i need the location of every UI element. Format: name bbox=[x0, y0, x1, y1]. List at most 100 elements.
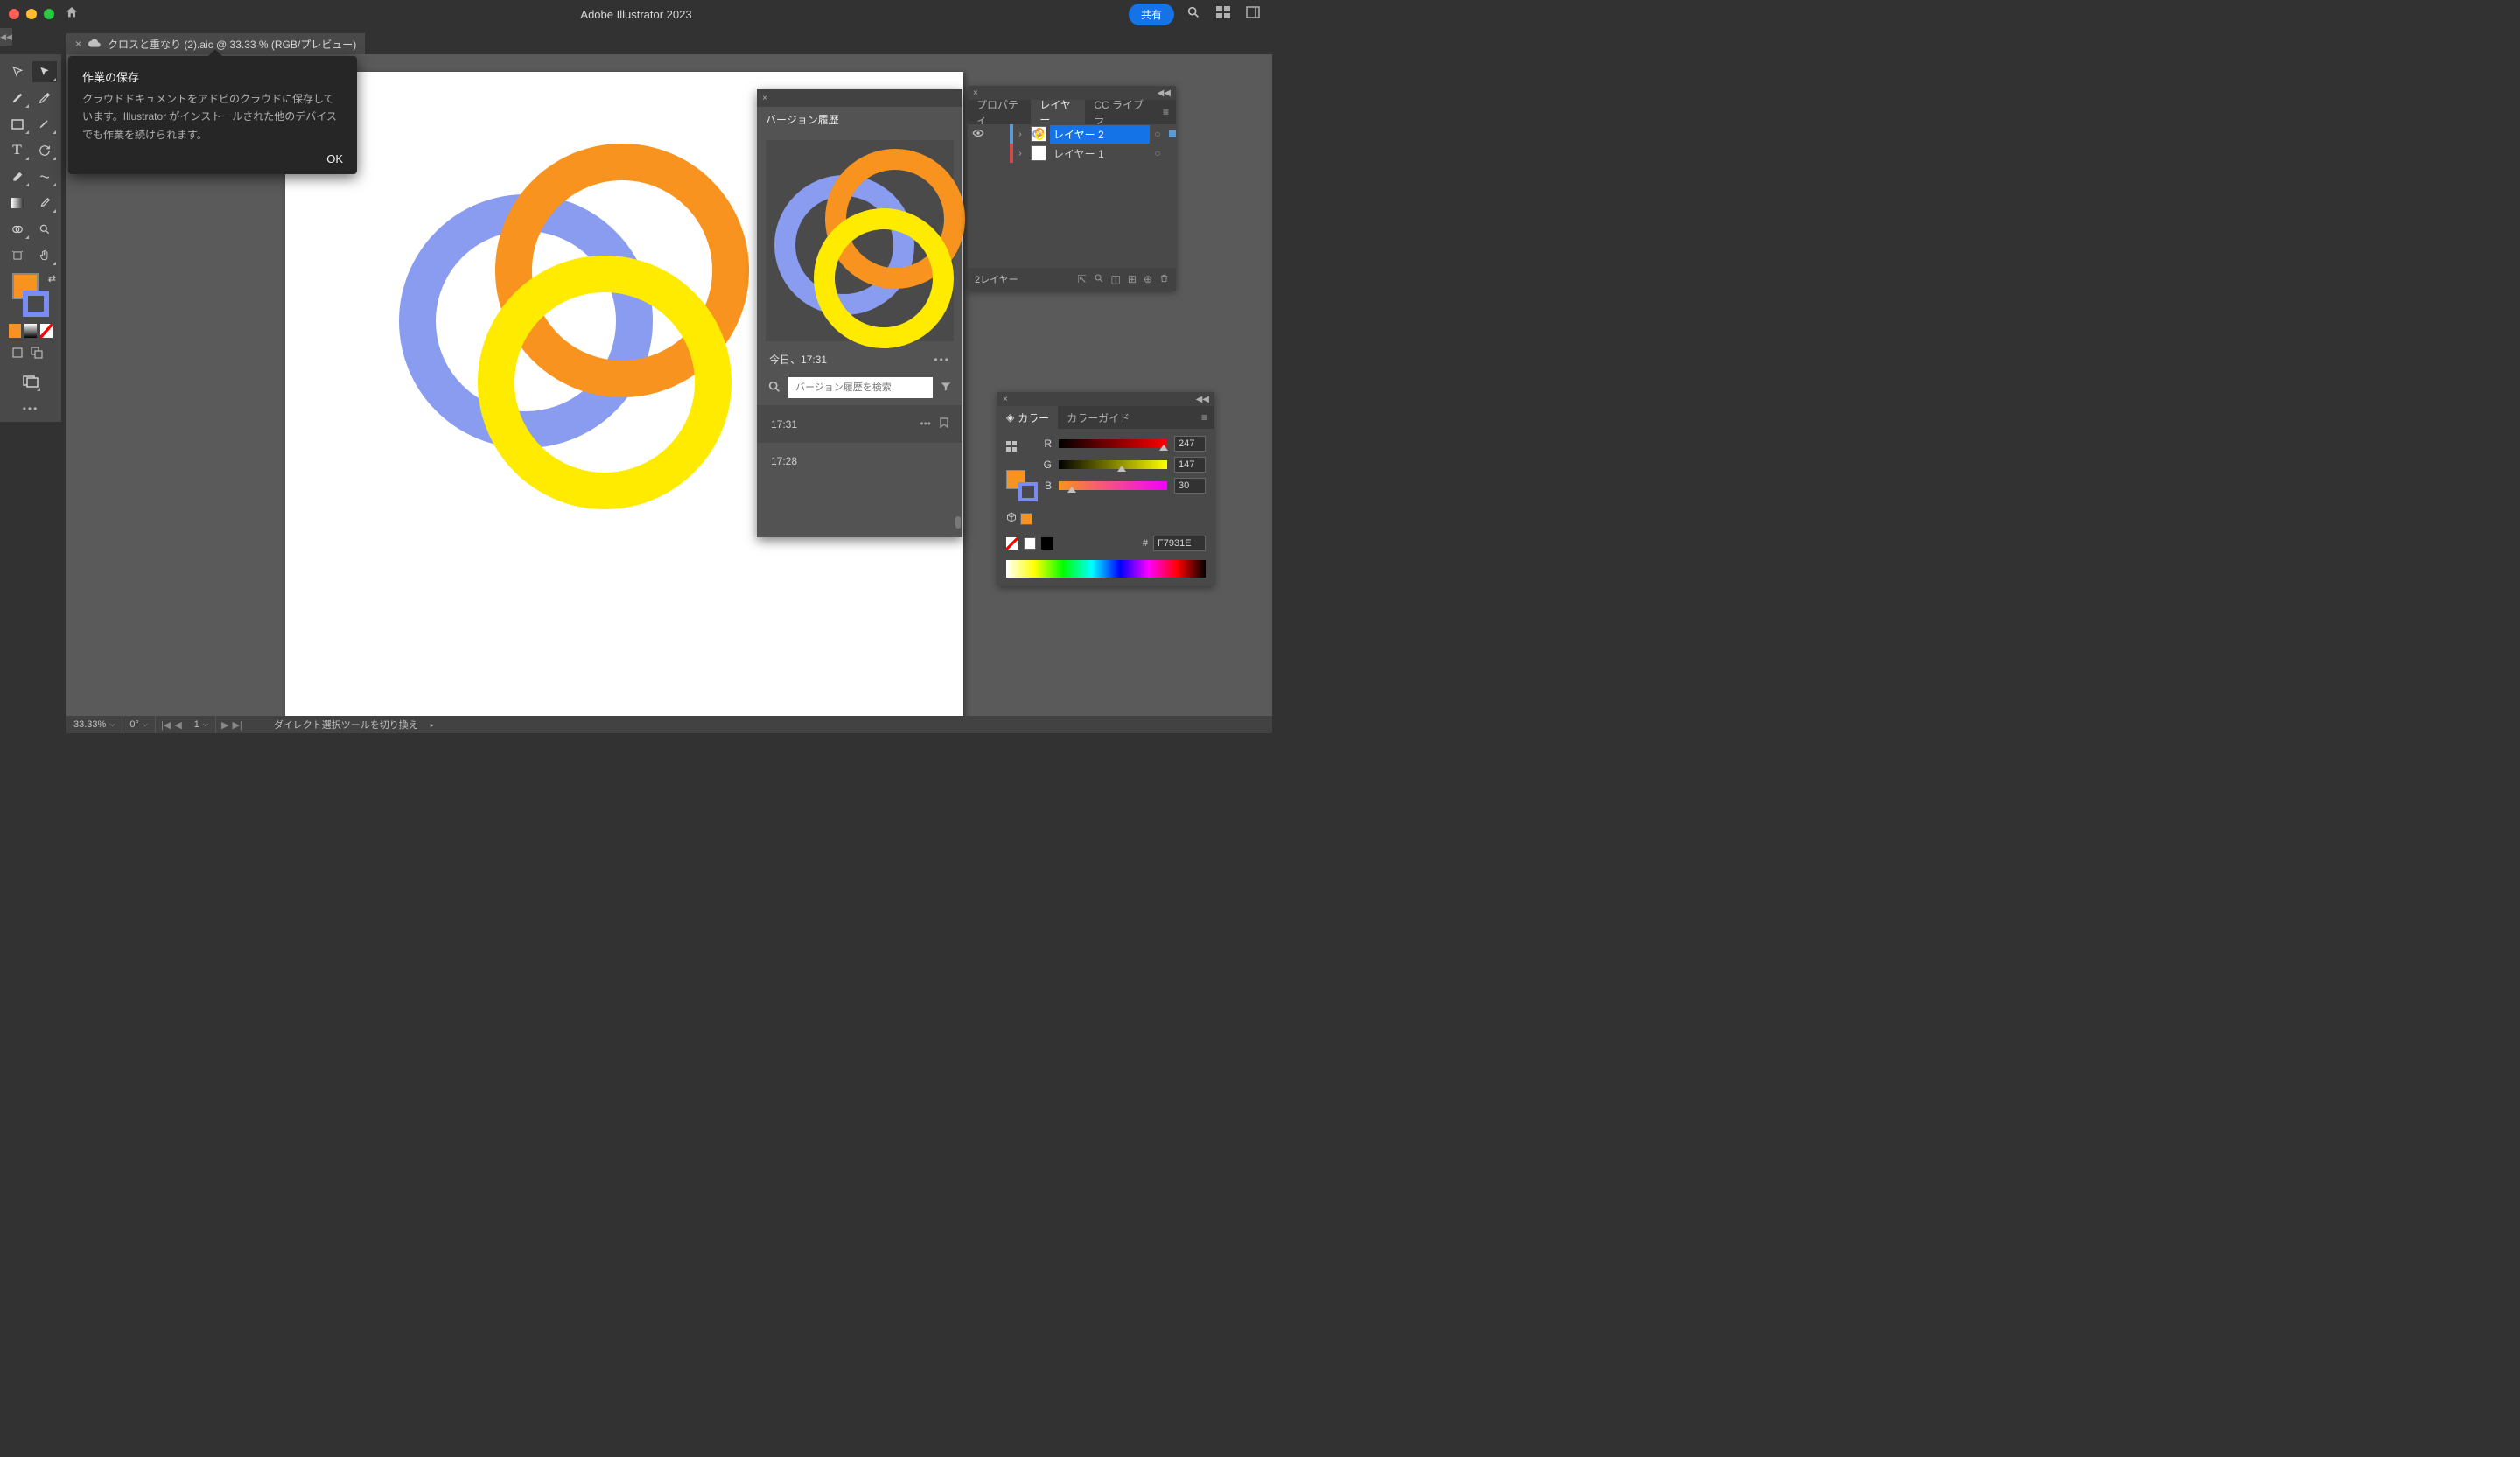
zoom-tool[interactable] bbox=[32, 219, 57, 240]
home-button[interactable] bbox=[65, 5, 79, 24]
rotation-control[interactable]: 0° ⌵ bbox=[122, 716, 156, 733]
g-input[interactable] bbox=[1174, 457, 1206, 473]
rotate-tool[interactable] bbox=[32, 140, 57, 161]
layer-name[interactable]: レイヤー 2 bbox=[1050, 125, 1150, 144]
version-item[interactable]: 17:31 ••• bbox=[757, 405, 962, 443]
eyedropper-tool[interactable] bbox=[32, 193, 57, 214]
panel-stroke-swatch[interactable] bbox=[1018, 482, 1038, 501]
tab-color[interactable]: ◈カラー bbox=[998, 406, 1058, 429]
artboard-number[interactable]: 1 ⌵ bbox=[187, 716, 216, 733]
arrange-documents-button[interactable] bbox=[1213, 3, 1234, 26]
panel-collapse-button[interactable]: ◀◀ bbox=[1196, 395, 1209, 404]
hand-tool[interactable] bbox=[32, 245, 57, 266]
artwork-ring-yellow[interactable] bbox=[478, 256, 732, 509]
r-input[interactable] bbox=[1174, 436, 1206, 452]
bookmark-icon[interactable] bbox=[940, 417, 948, 431]
window-minimize-button[interactable] bbox=[26, 9, 37, 19]
version-item-more-button[interactable]: ••• bbox=[920, 417, 931, 431]
black-swatch[interactable] bbox=[1041, 537, 1054, 550]
panel-collapse-button[interactable]: ◀◀ bbox=[1158, 88, 1171, 98]
gradient-mode-button[interactable] bbox=[24, 324, 37, 338]
collapse-toolbox-button[interactable]: ◀◀ bbox=[0, 28, 12, 46]
screen-mode-button[interactable] bbox=[20, 371, 41, 392]
export-icon[interactable]: ⇱ bbox=[1077, 273, 1086, 286]
new-sublayer-icon[interactable]: ⊞ bbox=[1128, 273, 1137, 286]
hex-input[interactable] bbox=[1153, 536, 1206, 551]
locate-object-icon[interactable] bbox=[1094, 273, 1104, 286]
next-artboard-button[interactable]: ▶ bbox=[221, 719, 228, 731]
draw-normal-button[interactable] bbox=[9, 345, 26, 361]
window-close-button[interactable] bbox=[9, 9, 19, 19]
stroke-swatch[interactable] bbox=[23, 291, 49, 317]
direct-selection-tool[interactable] bbox=[32, 61, 57, 82]
panel-close-button[interactable]: × bbox=[762, 94, 767, 103]
draw-behind-button[interactable] bbox=[28, 345, 46, 361]
type-tool[interactable]: T bbox=[5, 140, 30, 161]
panel-menu-button[interactable]: ≡ bbox=[1194, 406, 1214, 429]
white-swatch[interactable] bbox=[1024, 537, 1036, 550]
target-button[interactable]: ○ bbox=[1150, 147, 1166, 159]
selection-tool[interactable] bbox=[5, 61, 30, 82]
eraser-tool[interactable] bbox=[5, 166, 30, 187]
version-search-input[interactable] bbox=[788, 377, 933, 398]
g-slider[interactable] bbox=[1059, 460, 1167, 469]
grid-icon[interactable] bbox=[1006, 441, 1032, 454]
chevron-down-icon[interactable]: ⌵ bbox=[143, 720, 148, 729]
cube-icon[interactable] bbox=[1006, 512, 1017, 525]
edit-toolbar-button[interactable]: ••• bbox=[4, 403, 58, 415]
delete-layer-icon[interactable] bbox=[1159, 273, 1169, 286]
tab-layers[interactable]: レイヤー bbox=[1031, 100, 1085, 124]
first-artboard-button[interactable]: |◀ bbox=[161, 719, 171, 731]
chevron-down-icon[interactable]: ⌵ bbox=[203, 720, 208, 729]
disclosure-button[interactable]: › bbox=[1013, 130, 1027, 139]
disclosure-button[interactable]: › bbox=[1013, 149, 1027, 158]
gradient-tool[interactable] bbox=[5, 193, 30, 214]
none-swatch[interactable] bbox=[1006, 537, 1018, 550]
scrollbar-thumb[interactable] bbox=[956, 516, 961, 529]
version-thumbnail[interactable] bbox=[766, 140, 954, 341]
last-artboard-button[interactable]: ▶| bbox=[232, 719, 242, 731]
paintbrush-tool[interactable] bbox=[32, 114, 57, 135]
rectangle-tool[interactable] bbox=[5, 114, 30, 135]
clip-mask-icon[interactable]: ◫ bbox=[1111, 273, 1121, 286]
panel-menu-button[interactable]: ≡ bbox=[1156, 100, 1176, 124]
color-mode-button[interactable] bbox=[9, 324, 21, 338]
version-item[interactable]: 17:28 bbox=[757, 443, 962, 480]
shape-builder-tool[interactable] bbox=[5, 219, 30, 240]
prev-artboard-button[interactable]: ◀ bbox=[174, 719, 181, 731]
tab-properties[interactable]: プロパティ bbox=[968, 100, 1031, 124]
swap-fill-stroke-button[interactable]: ⇄ bbox=[48, 273, 56, 284]
curvature-tool[interactable] bbox=[32, 88, 57, 109]
layer-row[interactable]: › レイヤー 1 ○ bbox=[968, 144, 1176, 163]
workspace-button[interactable] bbox=[1242, 3, 1264, 26]
b-input[interactable] bbox=[1174, 478, 1206, 494]
panel-close-button[interactable]: × bbox=[1003, 395, 1008, 404]
version-history-tab[interactable]: バージョン履歴 bbox=[757, 107, 962, 131]
pen-tool[interactable] bbox=[5, 88, 30, 109]
close-tab-button[interactable]: × bbox=[75, 38, 81, 50]
layer-name[interactable]: レイヤー 1 bbox=[1050, 144, 1150, 163]
search-button[interactable] bbox=[1183, 2, 1204, 27]
tab-cc-libraries[interactable]: CC ライブラ bbox=[1085, 100, 1156, 124]
share-button[interactable]: 共有 bbox=[1129, 4, 1174, 25]
version-more-button[interactable]: ••• bbox=[934, 354, 950, 366]
hint-menu-button[interactable]: ▸ bbox=[425, 721, 439, 729]
none-mode-button[interactable] bbox=[40, 324, 52, 338]
new-layer-icon[interactable]: ⊕ bbox=[1144, 273, 1152, 286]
r-slider[interactable] bbox=[1059, 439, 1167, 448]
layer-row[interactable]: › レイヤー 2 ○ bbox=[968, 124, 1176, 144]
target-button[interactable]: ○ bbox=[1150, 128, 1166, 140]
tab-color-guide[interactable]: カラーガイド bbox=[1058, 406, 1138, 429]
zoom-control[interactable]: 33.33% ⌵ bbox=[66, 716, 122, 733]
panel-close-button[interactable]: × bbox=[973, 88, 978, 98]
b-slider[interactable] bbox=[1059, 481, 1167, 490]
visibility-toggle[interactable] bbox=[968, 128, 989, 140]
width-tool[interactable] bbox=[32, 166, 57, 187]
tooltip-ok-button[interactable]: OK bbox=[82, 152, 343, 165]
color-spectrum[interactable] bbox=[1006, 560, 1206, 578]
preview-swatch[interactable] bbox=[1020, 513, 1032, 525]
artboard-tool[interactable] bbox=[5, 245, 30, 266]
filter-icon[interactable] bbox=[940, 381, 952, 396]
chevron-down-icon[interactable]: ⌵ bbox=[109, 720, 115, 729]
window-zoom-button[interactable] bbox=[44, 9, 54, 19]
